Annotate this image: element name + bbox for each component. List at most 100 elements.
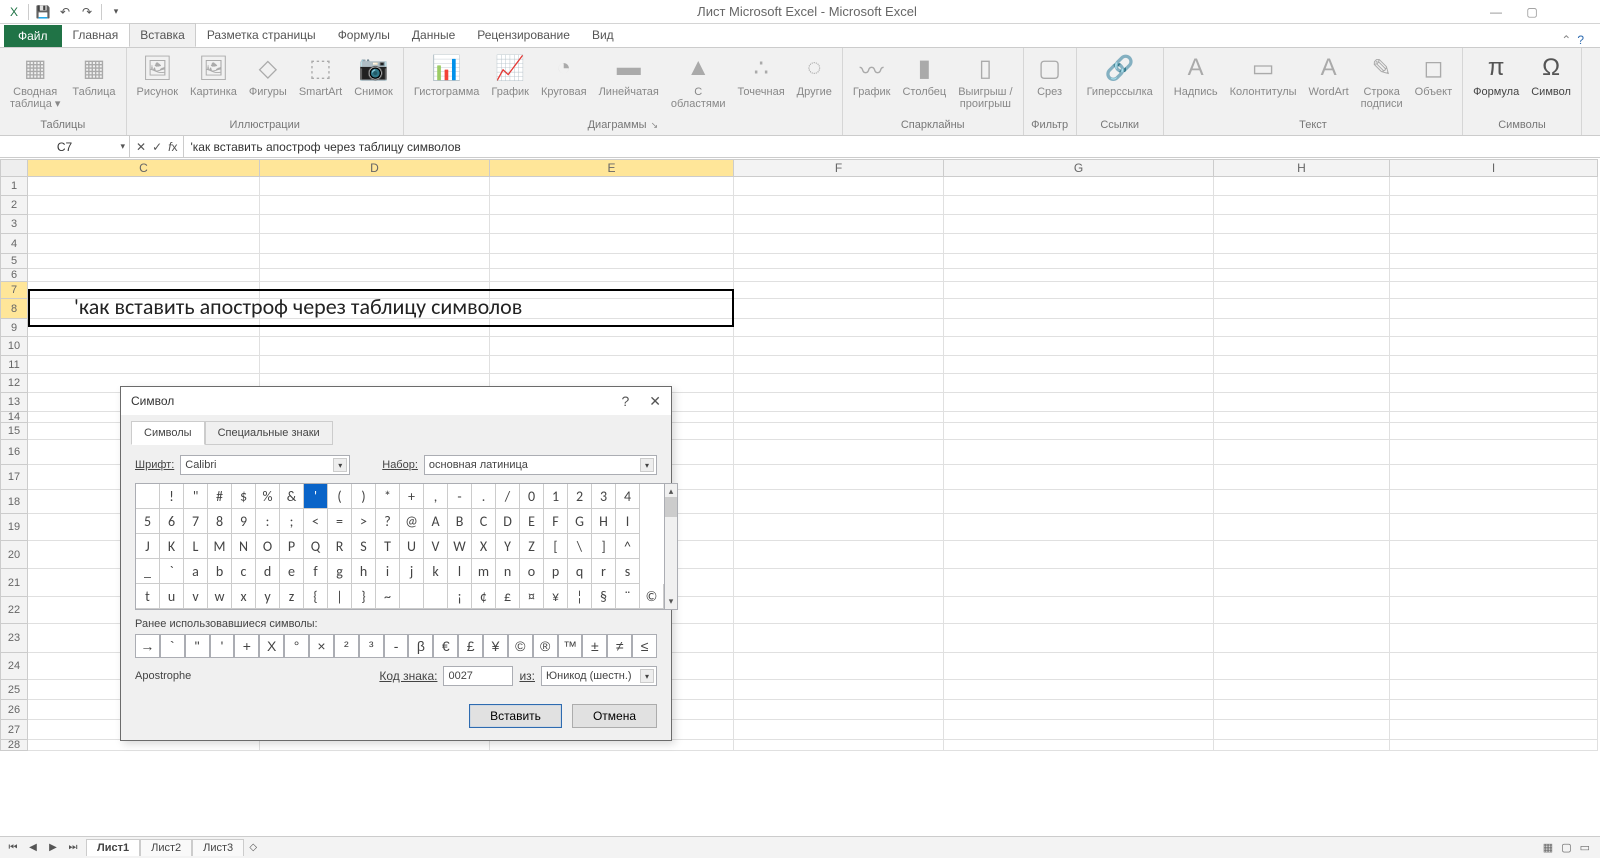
recent-symbol-cell[interactable]: ×: [309, 634, 334, 658]
cell[interactable]: [260, 337, 490, 356]
cell[interactable]: [1214, 680, 1390, 700]
dialog-tab-0[interactable]: Символы: [131, 421, 205, 445]
enter-formula-icon[interactable]: ✓: [152, 140, 162, 154]
cell[interactable]: [1214, 337, 1390, 356]
row-header-15[interactable]: 15: [0, 423, 28, 440]
ribbon-item[interactable]: ◌Другие: [793, 50, 836, 100]
minimize-icon[interactable]: —: [1484, 0, 1508, 24]
cell[interactable]: [1214, 356, 1390, 374]
dialog-titlebar[interactable]: Символ ? ✕: [121, 387, 671, 415]
symbol-cell[interactable]: l: [448, 559, 472, 584]
cell[interactable]: [734, 597, 944, 624]
view-break-icon[interactable]: ▭: [1580, 841, 1590, 854]
column-header-D[interactable]: D: [260, 159, 490, 177]
column-header-F[interactable]: F: [734, 159, 944, 177]
cell[interactable]: [734, 720, 944, 740]
symbol-cell[interactable]: ¨: [616, 584, 640, 609]
symbol-cell[interactable]: ©: [640, 584, 664, 609]
cell[interactable]: [260, 254, 490, 269]
symbol-cell[interactable]: :: [256, 509, 280, 534]
cell[interactable]: [1390, 215, 1598, 234]
symbol-cell[interactable]: ¥: [544, 584, 568, 609]
cell[interactable]: [1214, 440, 1390, 465]
cell[interactable]: [1214, 215, 1390, 234]
cell[interactable]: [944, 653, 1214, 680]
symbol-cell[interactable]: Z: [520, 534, 544, 559]
recent-symbol-cell[interactable]: →: [135, 634, 160, 658]
cell[interactable]: [1390, 374, 1598, 393]
ribbon-item[interactable]: AНадпись: [1170, 50, 1222, 100]
recent-symbol-cell[interactable]: ≠: [607, 634, 632, 658]
symbol-cell[interactable]: h: [352, 559, 376, 584]
symbol-cell[interactable]: !: [160, 484, 184, 509]
recent-symbol-cell[interactable]: ": [185, 634, 210, 658]
cell[interactable]: [1390, 177, 1598, 196]
cell[interactable]: [734, 624, 944, 653]
symbol-cell[interactable]: ": [184, 484, 208, 509]
cell[interactable]: [734, 337, 944, 356]
symbol-cell[interactable]: e: [280, 559, 304, 584]
symbol-cell[interactable]: V: [424, 534, 448, 559]
symbol-cell[interactable]: $: [232, 484, 256, 509]
cell[interactable]: [1214, 624, 1390, 653]
symbol-cell[interactable]: X: [472, 534, 496, 559]
recent-symbol-cell[interactable]: ±: [582, 634, 607, 658]
ribbon-item[interactable]: ⬚SmartArt: [295, 50, 346, 100]
cancel-formula-icon[interactable]: ✕: [136, 140, 146, 154]
cell[interactable]: [734, 514, 944, 541]
symbol-cell[interactable]: m: [472, 559, 496, 584]
row-header-5[interactable]: 5: [0, 254, 28, 269]
cell[interactable]: [1214, 412, 1390, 423]
cell[interactable]: [944, 196, 1214, 215]
cell[interactable]: [944, 234, 1214, 254]
cell[interactable]: [1390, 624, 1598, 653]
symbol-cell[interactable]: .: [472, 484, 496, 509]
ribbon-item[interactable]: ▦Сводная таблица ▾: [6, 50, 64, 112]
fx-icon[interactable]: fx: [168, 140, 177, 154]
cell[interactable]: [1390, 196, 1598, 215]
cell[interactable]: [944, 680, 1214, 700]
symbol-cell[interactable]: v: [184, 584, 208, 609]
sheet-nav-prev-icon[interactable]: ◀: [24, 839, 42, 857]
symbol-cell[interactable]: *: [376, 484, 400, 509]
symbol-cell[interactable]: t: [136, 584, 160, 609]
symbol-cell[interactable]: f: [304, 559, 328, 584]
cell[interactable]: [490, 356, 734, 374]
cell[interactable]: [944, 597, 1214, 624]
recent-symbol-cell[interactable]: ≤: [632, 634, 657, 658]
cell[interactable]: [1390, 597, 1598, 624]
symbol-cell[interactable]: N: [232, 534, 256, 559]
cell[interactable]: [1214, 700, 1390, 720]
symbol-cell[interactable]: £: [496, 584, 520, 609]
row-header-16[interactable]: 16: [0, 440, 28, 465]
symbol-cell[interactable]: 9: [232, 509, 256, 534]
row-header-12[interactable]: 12: [0, 374, 28, 393]
cell[interactable]: [1214, 465, 1390, 490]
ribbon-item[interactable]: ▲С областями: [667, 50, 730, 112]
symbol-cell[interactable]: E: [520, 509, 544, 534]
recent-symbol-cell[interactable]: °: [284, 634, 309, 658]
symbol-cell[interactable]: 4: [616, 484, 640, 509]
cell[interactable]: [734, 319, 944, 337]
ribbon-item[interactable]: 📷Снимок: [350, 50, 397, 100]
cell[interactable]: [260, 740, 490, 751]
symbol-cell[interactable]: [400, 584, 424, 609]
row-header-2[interactable]: 2: [0, 196, 28, 215]
symbol-cell[interactable]: ): [352, 484, 376, 509]
ribbon-item[interactable]: ▯Выигрыш / проигрыш: [954, 50, 1016, 112]
symbol-cell[interactable]: 2: [568, 484, 592, 509]
cell[interactable]: [260, 196, 490, 215]
symbol-cell[interactable]: #: [208, 484, 232, 509]
ribbon-tab-4[interactable]: Данные: [401, 23, 466, 47]
cell[interactable]: [1214, 423, 1390, 440]
chevron-down-icon[interactable]: ▾: [333, 458, 347, 472]
ribbon-item[interactable]: ∴Точечная: [734, 50, 789, 100]
symbol-cell[interactable]: q: [568, 559, 592, 584]
row-header-22[interactable]: 22: [0, 597, 28, 624]
cell[interactable]: [490, 177, 734, 196]
symbol-cell[interactable]: g: [328, 559, 352, 584]
row-header-4[interactable]: 4: [0, 234, 28, 254]
cell[interactable]: [1390, 440, 1598, 465]
chevron-down-icon[interactable]: ▾: [640, 669, 654, 683]
ribbon-item[interactable]: ◻Объект: [1411, 50, 1456, 100]
